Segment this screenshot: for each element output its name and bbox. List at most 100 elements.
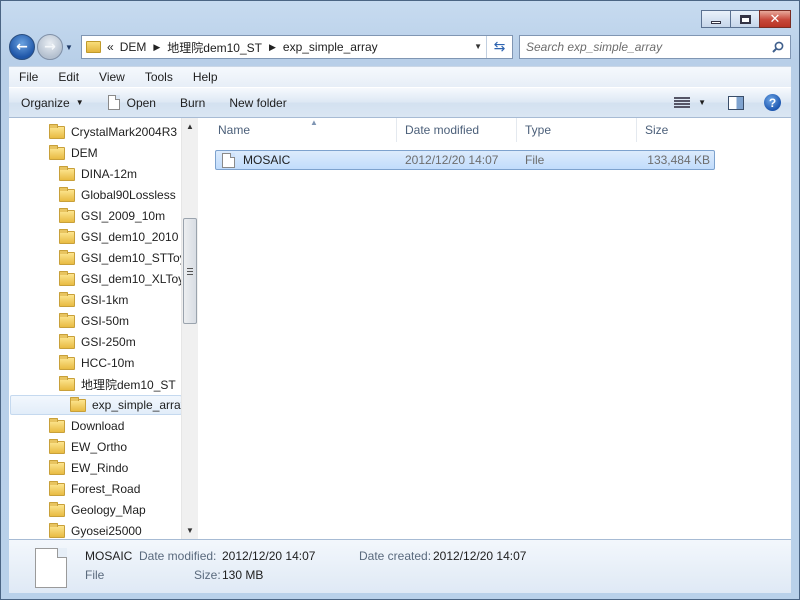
folder-icon xyxy=(59,312,75,328)
tree-item[interactable]: exp_simple_array xyxy=(10,395,187,415)
folder-icon xyxy=(86,41,101,53)
command-bar: Organize ▼ Open Burn New folder ▼ ? xyxy=(9,87,791,118)
folder-icon xyxy=(59,354,75,370)
details-pane: MOSAIC Date modified: 2012/12/20 14:07 D… xyxy=(9,539,791,593)
help-icon[interactable]: ? xyxy=(764,94,781,111)
tree-item[interactable]: GSI_2009_10m xyxy=(9,206,181,226)
tree-item[interactable]: GSI-1km xyxy=(9,290,181,310)
scroll-down-arrow[interactable]: ▼ xyxy=(182,522,198,539)
breadcrumb-exp-simple-array[interactable]: exp_simple_array xyxy=(283,40,378,54)
tree-item[interactable]: DEM xyxy=(9,143,181,163)
tree-item[interactable]: GSI_dem10_STToya xyxy=(9,248,192,268)
breadcrumb-overflow[interactable]: « xyxy=(107,40,114,54)
tree-item[interactable]: GSI-50m xyxy=(9,311,181,331)
breadcrumb-dem[interactable]: DEM xyxy=(120,40,147,54)
view-controls: ▼ ? xyxy=(674,94,781,111)
maximize-button[interactable] xyxy=(730,10,760,28)
breadcrumb-dem10-st[interactable]: 地理院dem10_ST xyxy=(167,39,262,56)
table-row[interactable]: MOSAIC 2012/12/20 14:07 File 133,484 KB xyxy=(215,150,715,170)
forward-button[interactable]: → xyxy=(37,34,63,60)
back-button[interactable]: ← xyxy=(9,34,35,60)
details-size-label: Size: xyxy=(194,568,221,582)
recent-pages-dropdown[interactable]: ▼ xyxy=(65,43,75,52)
tree-item-label: Gyosei25000 xyxy=(71,524,142,538)
view-options-dropdown[interactable]: ▼ xyxy=(698,98,706,107)
menu-edit[interactable]: Edit xyxy=(48,70,89,84)
close-icon: ✕ xyxy=(769,11,781,27)
burn-button[interactable]: Burn xyxy=(168,96,217,110)
column-header-date[interactable]: Date modified xyxy=(397,118,517,142)
folder-icon xyxy=(49,501,65,517)
tree-item-label: Forest_Road xyxy=(71,482,141,496)
file-icon xyxy=(222,152,235,168)
tree-item[interactable]: 地理院dem10_ST xyxy=(9,374,181,394)
navigation-bar: ← → ▼ « DEM ▶ 地理院dem10_ST ▶ exp_simple_a… xyxy=(9,34,791,60)
tree-item[interactable]: Gyosei25000 xyxy=(9,521,181,539)
tree-item[interactable]: Forest_Road xyxy=(9,479,181,499)
folder-icon xyxy=(70,396,86,412)
tree-item[interactable]: GSI-250m xyxy=(9,332,181,352)
tree-item[interactable]: Download xyxy=(9,416,181,436)
tree-item-label: EW_Rindo xyxy=(71,461,129,475)
new-folder-button[interactable]: New folder xyxy=(217,96,298,110)
details-date-modified-label: Date modified: xyxy=(139,549,217,563)
back-arrow-icon: ← xyxy=(16,39,28,55)
tree-item[interactable]: EW_Ortho xyxy=(9,437,181,457)
tree-item[interactable]: GSI_dem10_XLToya xyxy=(9,269,191,289)
tree-item-label: CrystalMark2004R3 xyxy=(71,125,178,139)
tree-item[interactable]: DINA-12m xyxy=(9,164,181,184)
tree-item[interactable]: CrystalMark2004R3 xyxy=(9,122,181,142)
refresh-button[interactable]: ⇆ xyxy=(486,36,512,58)
file-thumbnail-icon xyxy=(35,548,67,588)
tree-item[interactable]: Global90Lossless xyxy=(9,185,181,205)
column-header-type[interactable]: Type xyxy=(517,118,637,142)
open-button[interactable]: Open xyxy=(96,95,168,110)
address-bar[interactable]: « DEM ▶ 地理院dem10_ST ▶ exp_simple_array ▼… xyxy=(81,35,513,59)
organize-label: Organize xyxy=(21,95,70,110)
folder-icon xyxy=(49,123,65,139)
change-view-icon[interactable] xyxy=(674,96,691,109)
burn-label: Burn xyxy=(179,95,206,110)
details-date-created: 2012/12/20 14:07 xyxy=(433,549,527,563)
tree-item[interactable]: GSI_dem10_2010 xyxy=(9,227,181,247)
folder-icon xyxy=(49,144,65,160)
file-list: Name ▲ Date modified Type Size MOSAIC 20… xyxy=(198,118,791,539)
folder-icon xyxy=(49,522,65,538)
tree-item-label: GSI_2009_10m xyxy=(81,209,166,223)
organize-button[interactable]: Organize ▼ xyxy=(9,96,96,110)
menu-tools[interactable]: Tools xyxy=(135,70,183,84)
scroll-up-arrow[interactable]: ▲ xyxy=(182,118,198,135)
tree-item-label: DINA-12m xyxy=(81,167,138,181)
menu-view[interactable]: View xyxy=(89,70,135,84)
menu-file[interactable]: File xyxy=(9,70,48,84)
chevron-right-icon[interactable]: ▶ xyxy=(153,42,160,53)
details-date-created-label: Date created: xyxy=(359,549,432,563)
tree-item-label: 地理院dem10_ST xyxy=(81,377,176,392)
preview-pane-icon[interactable] xyxy=(728,95,744,110)
address-dropdown-icon[interactable]: ▼ xyxy=(474,42,482,51)
scroll-thumb[interactable] xyxy=(183,218,197,324)
folder-icon xyxy=(59,186,75,202)
folder-icon xyxy=(59,228,75,244)
tree-item-label: GSI_dem10_XLToya xyxy=(81,272,191,286)
column-header-name[interactable]: Name ▲ xyxy=(210,118,397,142)
tree-item-label: HCC-10m xyxy=(81,356,135,370)
tree-item[interactable]: EW_Rindo xyxy=(9,458,181,478)
caption-buttons: ✕ xyxy=(701,10,791,28)
refresh-icon: ⇆ xyxy=(493,39,506,55)
chevron-right-icon[interactable]: ▶ xyxy=(269,42,276,53)
column-header-size[interactable]: Size xyxy=(637,118,717,142)
tree-item-label: Global90Lossless xyxy=(81,188,176,202)
tree-item[interactable]: HCC-10m xyxy=(9,353,181,373)
file-type: File xyxy=(525,153,545,167)
folder-icon xyxy=(49,480,65,496)
minimize-button[interactable] xyxy=(701,10,731,28)
close-button[interactable]: ✕ xyxy=(759,10,791,28)
folder-icon xyxy=(59,165,75,181)
navigation-scrollbar[interactable]: ▲ ▼ xyxy=(181,118,198,539)
folder-icon xyxy=(59,270,75,286)
menu-help[interactable]: Help xyxy=(183,70,228,84)
search-input[interactable] xyxy=(526,40,726,54)
search-icon[interactable] xyxy=(772,41,784,53)
tree-item[interactable]: Geology_Map xyxy=(9,500,181,520)
